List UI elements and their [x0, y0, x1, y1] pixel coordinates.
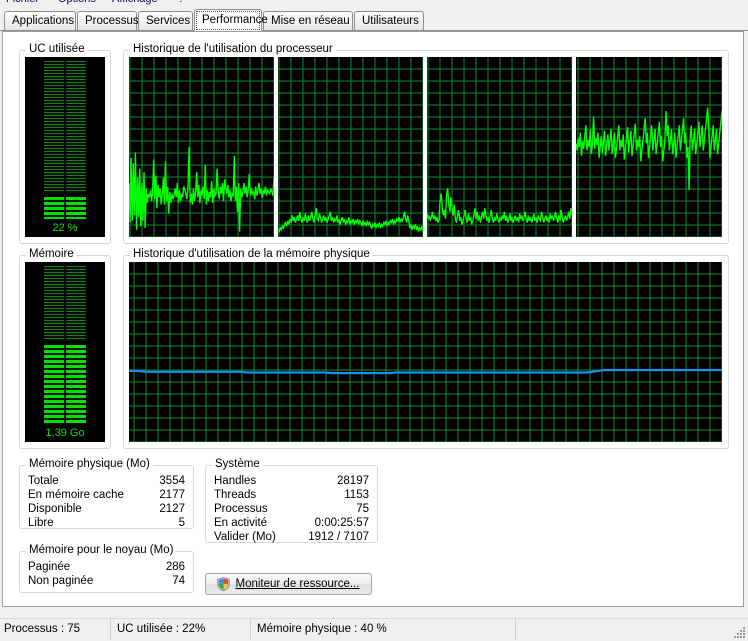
cpu-history-group: Historique de l'utilisation du processeu…: [123, 43, 729, 244]
memory-usage-meter: 1,39 Go: [25, 262, 105, 442]
tab-label: Performance: [202, 14, 268, 26]
status-process-count: Processus : 75: [4, 623, 81, 635]
cpu-history-graph-2: [427, 57, 572, 237]
memory-usage-title: Mémoire: [26, 248, 77, 260]
tab-performance[interactable]: Performance: [194, 9, 268, 31]
system-row: En activité 0:00:25:57: [214, 517, 369, 531]
system-group: Système Handles 28197 Threads 1153 Proce…: [205, 458, 378, 545]
system-row: Valider (Mo) 1912 / 7107: [214, 531, 369, 545]
row-value: 74: [172, 575, 185, 587]
tab-utilisateurs[interactable]: Utilisateurs: [354, 11, 424, 30]
row-value: 2127: [159, 503, 185, 515]
row-label: Handles: [214, 475, 257, 487]
resize-grip[interactable]: [734, 627, 746, 639]
task-manager-window: Fichier Options Affichage ? Applications…: [0, 0, 748, 641]
cpu-history-graph-3: [576, 57, 722, 237]
row-value: 5: [178, 517, 185, 529]
cpu-history-graph-0: [129, 57, 274, 237]
row-value: 2177: [159, 489, 185, 501]
cpu-usage-meter: 22 %: [25, 57, 105, 237]
row-label: Non paginée: [28, 575, 94, 587]
tab-bar: Applications Processus Services Performa…: [0, 9, 748, 31]
row-value: 3554: [159, 475, 185, 487]
tab-label: Services: [146, 15, 191, 27]
row-label: Valider (Mo): [214, 531, 276, 543]
shield-icon: [217, 577, 231, 591]
menu-item-affichage[interactable]: Affichage: [112, 0, 158, 5]
tab-services[interactable]: Services: [138, 11, 193, 30]
cpu-usage-title: UC utilisée: [26, 43, 88, 55]
system-row: Processus 75: [214, 503, 369, 517]
memory-usage-group: Mémoire 1,39 Go: [19, 248, 111, 449]
row-value: 0:00:25:57: [314, 517, 369, 529]
memory-history-graph: [129, 262, 722, 442]
row-value: 75: [356, 503, 369, 515]
row-value: 1153: [344, 489, 369, 501]
physical-memory-row: Totale 3554: [28, 475, 185, 489]
tab-label: Utilisateurs: [362, 15, 419, 27]
resource-monitor-label: Moniteur de ressource...: [235, 578, 360, 590]
tab-label: Mise en réseau: [271, 15, 350, 27]
physical-memory-row: En mémoire cache 2177: [28, 489, 185, 503]
physical-memory-row: Libre 5: [28, 517, 185, 531]
menu-item-options[interactable]: Options: [58, 0, 96, 5]
row-label: Libre: [28, 517, 54, 529]
memory-usage-value: 1,39 Go: [45, 427, 85, 439]
tab-label: Applications: [12, 15, 75, 27]
row-value: 286: [165, 561, 185, 573]
row-label: Disponible: [28, 503, 82, 515]
kernel-memory-title: Mémoire pour le noyau (Mo): [26, 544, 177, 556]
cpu-history-title: Historique de l'utilisation du processeu…: [130, 43, 336, 55]
physical-memory-row: Disponible 2127: [28, 503, 185, 517]
kernel-memory-row: Paginée 286: [28, 561, 185, 575]
row-label: En activité: [214, 517, 268, 529]
cpu-usage-group: UC utilisée 22 %: [19, 43, 111, 244]
tab-applications[interactable]: Applications: [4, 11, 76, 30]
resource-monitor-button[interactable]: Moniteur de ressource...: [205, 573, 372, 595]
status-cpu-usage: UC utilisée : 22%: [110, 619, 250, 640]
performance-tab-panel: UC utilisée 22 % Mémoire 1,39 Go Histori…: [2, 31, 744, 607]
row-label: Processus: [214, 503, 268, 515]
row-label: Totale: [28, 475, 59, 487]
memory-history-group: Historique d'utilisation de la mémoire p…: [123, 248, 729, 449]
kernel-memory-row: Non paginée 74: [28, 575, 185, 589]
tab-processus[interactable]: Processus: [77, 11, 139, 30]
physical-memory-title: Mémoire physique (Mo): [26, 458, 153, 470]
tab-label: Processus: [85, 15, 139, 27]
cpu-history-graph-1: [278, 57, 423, 237]
kernel-memory-group: Mémoire pour le noyau (Mo) Paginée 286 N…: [19, 544, 194, 593]
menu-item-help[interactable]: ?: [178, 0, 184, 5]
status-empty-cell: [515, 619, 748, 640]
row-label: En mémoire cache: [28, 489, 124, 501]
physical-memory-group: Mémoire physique (Mo) Totale 3554 En mém…: [19, 458, 194, 531]
cpu-usage-value: 22 %: [52, 222, 78, 234]
system-row: Threads 1153: [214, 489, 369, 503]
status-bar: Processus : 75 UC utilisée : 22% Mémoire…: [0, 618, 748, 641]
row-value: 28197: [337, 475, 369, 487]
system-row: Handles 28197: [214, 475, 369, 489]
row-value: 1912 / 7107: [308, 531, 369, 543]
menu-item-fichier[interactable]: Fichier: [6, 0, 39, 5]
status-physical-memory: Mémoire physique : 40 %: [250, 619, 515, 640]
memory-history-title: Historique d'utilisation de la mémoire p…: [130, 248, 373, 260]
system-title: Système: [212, 458, 263, 470]
row-label: Paginée: [28, 561, 71, 573]
tab-mise-en-reseau[interactable]: Mise en réseau: [263, 11, 353, 30]
row-label: Threads: [214, 489, 257, 501]
